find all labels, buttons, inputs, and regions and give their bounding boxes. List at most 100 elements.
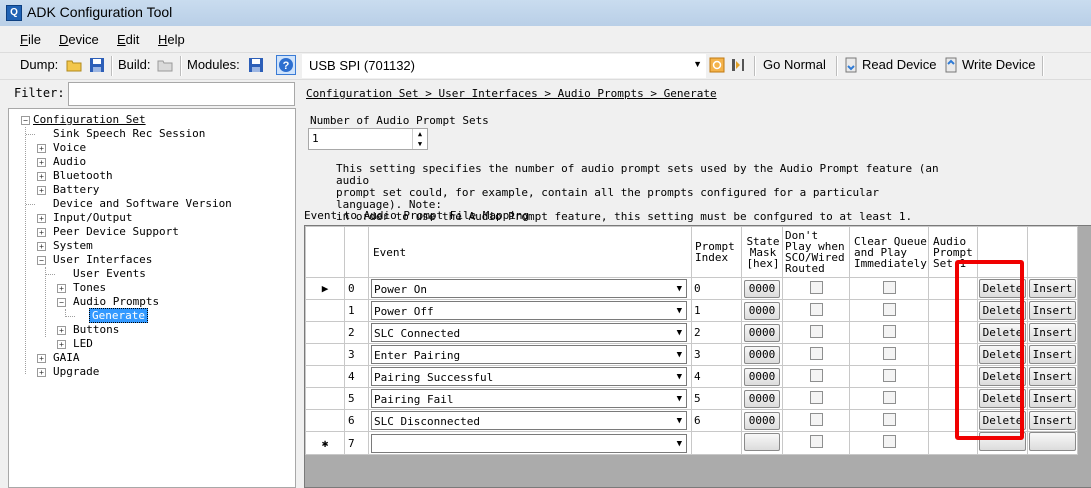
row-marker[interactable] [305,409,345,432]
row-marker[interactable]: ✱ [305,431,345,455]
expand-icon[interactable]: + [37,228,46,237]
tree-node-battery[interactable]: Battery [53,183,99,196]
tree-node-audio-prompts[interactable]: Audio Prompts [73,295,159,308]
filter-input[interactable] [68,82,295,106]
dont-play-checkbox[interactable] [809,368,823,382]
row-marker[interactable] [305,299,345,322]
column-event[interactable]: Event [368,226,692,278]
write-device-button[interactable]: Write Device [962,57,1035,72]
row-marker[interactable]: ▶ [305,277,345,300]
tree-node-gaia[interactable]: GAIA [53,351,80,364]
prompt-index-cell[interactable] [691,431,742,455]
expand-icon[interactable]: + [37,214,46,223]
tree-node-led[interactable]: LED [73,337,93,350]
insert-button[interactable] [1029,432,1076,451]
column-dont-play[interactable]: Don't Play when SCO/Wired Routed [782,226,850,278]
event-select[interactable]: SLC Connected ▼ [371,323,687,342]
expand-icon[interactable]: + [37,144,46,153]
collapse-icon[interactable]: − [37,256,46,265]
row-marker[interactable] [305,387,345,410]
row-marker[interactable] [305,365,345,388]
event-select[interactable]: SLC Disconnected ▼ [371,411,687,430]
tree-node-configuration-set[interactable]: Configuration Set [33,113,146,126]
state-mask-button[interactable]: 0000 [744,279,780,298]
state-mask-button[interactable]: 0000 [744,345,780,364]
tree-node-buttons[interactable]: Buttons [73,323,119,336]
prompt-index-cell[interactable]: 3 [691,343,742,366]
dont-play-checkbox[interactable] [809,346,823,360]
state-mask-button[interactable] [744,432,780,451]
state-mask-button[interactable]: 0000 [744,323,780,342]
expand-icon[interactable]: + [37,368,46,377]
prompt-index-cell[interactable]: 2 [691,321,742,344]
row-marker[interactable] [305,343,345,366]
state-mask-button[interactable]: 0000 [744,389,780,408]
tree-node-bluetooth[interactable]: Bluetooth [53,169,113,182]
tree-node-voice[interactable]: Voice [53,141,86,154]
menu-help[interactable]: Help [158,32,185,47]
clear-queue-checkbox[interactable] [882,390,896,404]
event-select[interactable]: Pairing Fail ▼ [371,389,687,408]
dont-play-checkbox[interactable] [809,324,823,338]
state-mask-button[interactable]: 0000 [744,367,780,386]
dont-play-checkbox[interactable] [809,280,823,294]
state-mask-button[interactable]: 0000 [744,301,780,320]
prompt-index-cell[interactable]: 1 [691,299,742,322]
event-select[interactable]: Enter Pairing ▼ [371,345,687,364]
insert-button[interactable]: Insert [1029,367,1076,386]
connect-icon[interactable] [730,57,746,73]
collapse-icon[interactable]: − [57,298,66,307]
expand-icon[interactable]: + [37,354,46,363]
device-select[interactable]: USB SPI (701132) ▼ [302,54,706,78]
dont-play-checkbox[interactable] [809,302,823,316]
menu-edit[interactable]: Edit [117,32,139,47]
expand-icon[interactable]: + [37,242,46,251]
insert-button[interactable]: Insert [1029,389,1076,408]
tree-node-audio[interactable]: Audio [53,155,86,168]
event-select[interactable]: Pairing Successful ▼ [371,367,687,386]
clear-queue-checkbox[interactable] [882,346,896,360]
expand-icon[interactable]: + [37,186,46,195]
prompt-index-cell[interactable]: 4 [691,365,742,388]
tree-node-system[interactable]: System [53,239,93,252]
insert-button[interactable]: Insert [1029,301,1076,320]
event-select[interactable]: Power Off ▼ [371,301,687,320]
dont-play-checkbox[interactable] [809,390,823,404]
help-icon[interactable]: ? [276,55,296,75]
insert-button[interactable]: Insert [1029,411,1076,430]
expand-icon[interactable]: + [57,326,66,335]
insert-button[interactable]: Insert [1029,279,1076,298]
clear-queue-checkbox[interactable] [882,280,896,294]
menu-device[interactable]: Device [59,32,99,47]
expand-icon[interactable]: + [37,172,46,181]
clear-queue-checkbox[interactable] [882,412,896,426]
dont-play-checkbox[interactable] [809,412,823,426]
column-clear-queue[interactable]: Clear Queue and Play Immediately [849,226,929,278]
num-sets-stepper[interactable]: 1 ▲ ▼ [308,128,428,150]
expand-icon[interactable]: + [37,158,46,167]
tree-node-generate[interactable]: Generate [89,308,148,323]
insert-button[interactable]: Insert [1029,345,1076,364]
spinner-arrows-icon[interactable]: ▲ ▼ [412,129,427,149]
event-select[interactable]: ▼ [371,433,687,453]
tree-node-user-events[interactable]: User Events [73,267,146,280]
column-prompt-index[interactable]: Prompt Index [691,226,742,278]
tree-node-upgrade[interactable]: Upgrade [53,365,99,378]
open-folder-icon[interactable] [157,57,173,73]
tree-node-input-output[interactable]: Input/Output [53,211,132,224]
read-device-button[interactable]: Read Device [862,57,936,72]
open-folder-icon[interactable] [66,57,82,73]
dont-play-checkbox[interactable] [809,435,823,448]
prompt-index-cell[interactable]: 6 [691,409,742,432]
save-icon[interactable] [248,57,264,73]
state-mask-button[interactable]: 0000 [744,411,780,430]
clear-queue-checkbox[interactable] [882,302,896,316]
tree-node-tones[interactable]: Tones [73,281,106,294]
tree-node-sink-speech-rec-session[interactable]: Sink Speech Rec Session [53,127,205,140]
refresh-icon[interactable] [709,57,725,73]
column-state-mask[interactable]: State Mask [hex] [741,226,783,278]
tree-node-peer-device-support[interactable]: Peer Device Support [53,225,179,238]
event-select[interactable]: Power On ▼ [371,279,687,298]
menu-file[interactable]: File [20,32,41,47]
prompt-index-cell[interactable]: 0 [691,277,742,300]
